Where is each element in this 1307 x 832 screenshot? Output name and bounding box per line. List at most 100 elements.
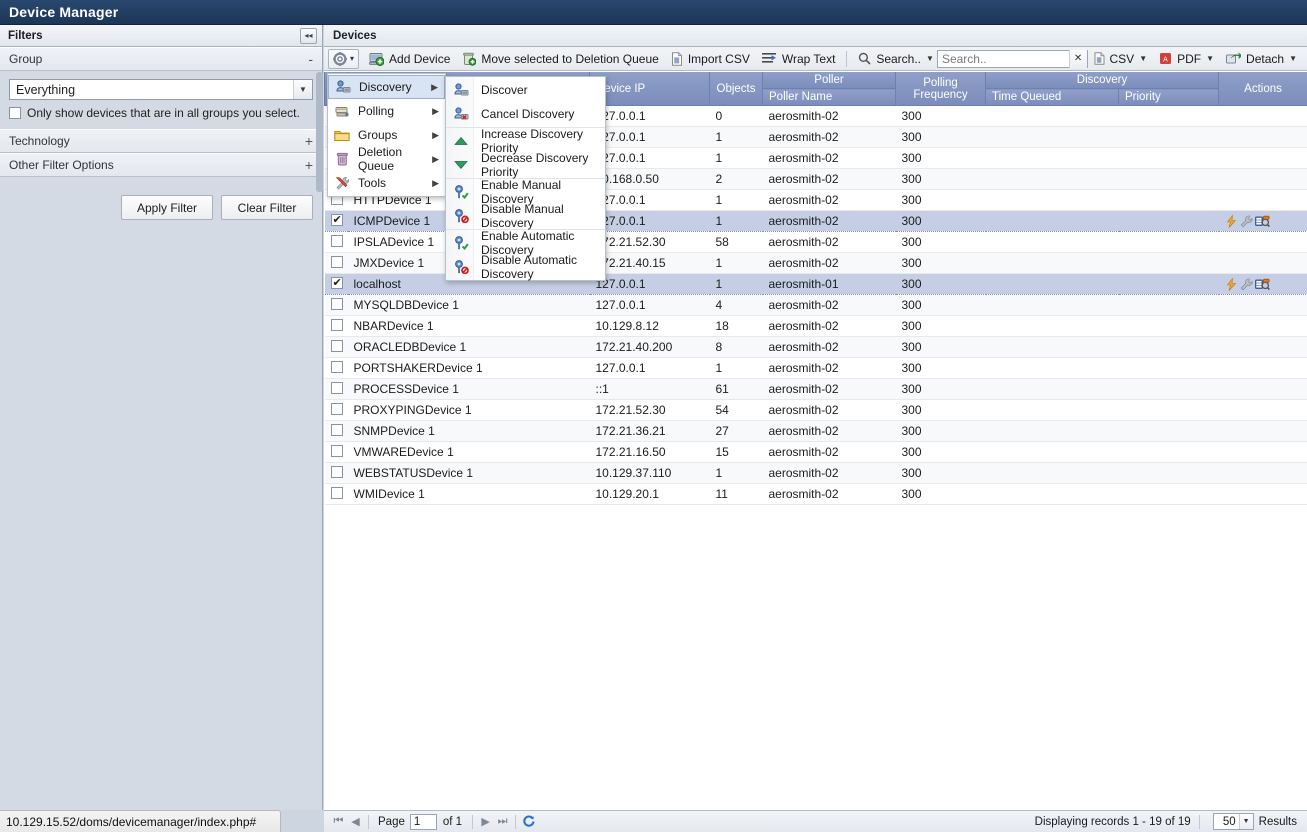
submenu-item-cancel-discovery[interactable]: Cancel Discovery [446, 102, 605, 126]
wrap-text-button[interactable]: Wrap Text [756, 48, 842, 70]
submenu-item-disable-manual-discovery[interactable]: Disable Manual Discovery [446, 202, 605, 230]
view-records-icon[interactable] [1254, 278, 1270, 291]
actions-cell[interactable] [1218, 168, 1307, 190]
header-device-ip[interactable]: Device IP [589, 72, 710, 106]
chevron-down-icon[interactable]: ▼ [1289, 54, 1297, 63]
row-checkbox-cell[interactable] [324, 252, 348, 274]
header-poller-name[interactable]: Poller Name [762, 88, 896, 106]
table-row[interactable]: PROXYPINGDevice 1 172.21.52.30 54 aerosmith… [324, 399, 1307, 421]
actions-cell[interactable] [1218, 462, 1307, 484]
last-page-icon[interactable]: ⏭ [494, 813, 511, 830]
page-size-select[interactable]: 50 ▼ [1212, 813, 1254, 830]
row-checkbox-cell[interactable] [324, 378, 348, 400]
row-checkbox[interactable] [330, 360, 343, 373]
actions-cell[interactable] [1218, 231, 1307, 253]
menu-item-deletion-queue[interactable]: Deletion Queue ▶ [328, 145, 445, 173]
row-checkbox-cell[interactable] [324, 210, 348, 232]
row-checkbox[interactable] [330, 213, 343, 226]
actions-cell[interactable] [1218, 483, 1307, 505]
chevron-down-icon[interactable]: ▾ [350, 54, 354, 63]
table-row[interactable]: VMWAREDevice 1 172.21.16.50 15 aerosmith-02… [324, 441, 1307, 463]
table-row[interactable]: PROCESSDevice 1::1 61 aerosmith-02 300 [324, 378, 1307, 400]
actions-cell[interactable] [1218, 441, 1307, 463]
first-page-icon[interactable]: ⏮ [330, 813, 347, 830]
header-time-queued[interactable]: Time Queued [985, 88, 1119, 106]
submenu-item-enable-automatic-discovery[interactable]: Enable Automatic Discovery [446, 229, 605, 257]
submenu-item-decrease-discovery-priority[interactable]: Decrease Discovery Priority [446, 151, 605, 179]
row-checkbox[interactable] [330, 276, 343, 289]
row-checkbox[interactable] [330, 423, 343, 436]
header-objects[interactable]: Objects [709, 72, 763, 106]
row-checkbox-cell[interactable] [324, 231, 348, 253]
pdf-export-button[interactable]: A PDF ▼ [1153, 48, 1220, 70]
menu-item-discovery[interactable]: Discovery ▶ [328, 75, 445, 99]
row-checkbox[interactable] [330, 444, 343, 457]
chevron-down-icon[interactable]: ▼ [1139, 54, 1147, 63]
quick-action-icon[interactable] [1225, 214, 1238, 228]
page-number-input[interactable]: 1 [409, 813, 437, 830]
table-row[interactable]: NBARDevice 1 10.129.8.12 18 aerosmith-02 300 [324, 315, 1307, 337]
row-checkbox[interactable] [330, 234, 343, 247]
import-csv-button[interactable]: Import CSV [665, 48, 756, 70]
view-records-icon[interactable] [1254, 215, 1270, 228]
search-input[interactable]: Search.. ✕ [936, 49, 1088, 68]
actions-cell[interactable] [1218, 357, 1307, 379]
chevron-down-icon[interactable]: ▼ [926, 54, 934, 63]
row-checkbox[interactable] [330, 339, 343, 352]
clear-search-icon[interactable]: ✕ [1068, 49, 1087, 68]
submenu-item-increase-discovery-priority[interactable]: Increase Discovery Priority [446, 127, 605, 155]
add-device-button[interactable]: Add Device [363, 48, 456, 70]
chevron-down-icon[interactable]: ▼ [1238, 814, 1253, 829]
next-page-icon[interactable]: ▶ [477, 813, 494, 830]
actions-cell[interactable] [1218, 315, 1307, 337]
table-row[interactable]: SNMPDevice 1 172.21.36.21 27 aerosmith-02 30… [324, 420, 1307, 442]
filter-section-other-options[interactable]: Other Filter Options + [0, 153, 322, 177]
chevron-down-icon[interactable]: ▼ [293, 80, 312, 99]
detach-button[interactable]: Detach ▼ [1220, 48, 1303, 70]
actions-cell[interactable] [1218, 378, 1307, 400]
menu-item-tools[interactable]: Tools ▶ [328, 171, 445, 195]
row-checkbox-cell[interactable] [324, 273, 348, 295]
row-checkbox-cell[interactable] [324, 420, 348, 442]
actions-cell[interactable] [1218, 210, 1307, 232]
search-mode-dropdown[interactable]: Search.. ▼ [852, 48, 937, 70]
refresh-icon[interactable] [520, 813, 537, 830]
submenu-item-disable-automatic-discovery[interactable]: Disable Automatic Discovery [446, 253, 605, 281]
table-row[interactable]: WEBSTATUSDevice 1 10.129.37.110 1 aerosmith… [324, 462, 1307, 484]
row-checkbox-cell[interactable] [324, 315, 348, 337]
configure-icon[interactable] [1240, 215, 1253, 228]
row-checkbox-cell[interactable] [324, 336, 348, 358]
group-select[interactable]: Everything ▼ [9, 79, 313, 100]
actions-cell[interactable] [1218, 147, 1307, 169]
row-checkbox-cell[interactable] [324, 441, 348, 463]
menu-item-groups[interactable]: Groups ▶ [328, 123, 445, 147]
minus-icon[interactable]: - [308, 52, 313, 66]
prev-page-icon[interactable]: ◀ [347, 813, 364, 830]
filters-scrollbar[interactable] [316, 72, 323, 192]
plus-icon[interactable]: + [305, 158, 313, 172]
row-checkbox[interactable] [330, 465, 343, 478]
all-groups-checkbox-row[interactable]: Only show devices that are in all groups… [9, 106, 313, 120]
quick-action-icon[interactable] [1225, 277, 1238, 291]
move-to-deletion-queue-button[interactable]: Move selected to Deletion Queue [456, 48, 664, 70]
row-checkbox[interactable] [330, 318, 343, 331]
table-row[interactable]: MYSQLDBDevice 1 127.0.0.1 4 aerosmith-02 300 [324, 294, 1307, 316]
row-checkbox-cell[interactable] [324, 294, 348, 316]
row-checkbox[interactable] [330, 486, 343, 499]
row-checkbox-cell[interactable] [324, 483, 348, 505]
actions-cell[interactable] [1218, 126, 1307, 148]
row-checkbox[interactable] [330, 255, 343, 268]
filter-section-group[interactable]: Group - [0, 47, 322, 71]
actions-cell[interactable] [1218, 273, 1307, 295]
row-checkbox-cell[interactable] [324, 357, 348, 379]
collapse-left-icon[interactable]: ◂◂ [300, 27, 317, 44]
gear-menu-button[interactable]: ▾ [328, 48, 360, 69]
submenu-item-discover[interactable]: Discover [446, 78, 605, 102]
filter-section-technology[interactable]: Technology + [0, 129, 322, 153]
actions-cell[interactable] [1218, 294, 1307, 316]
actions-cell[interactable] [1218, 189, 1307, 211]
configure-icon[interactable] [1240, 278, 1253, 291]
actions-cell[interactable] [1218, 399, 1307, 421]
table-row[interactable]: PORTSHAKERDevice 1 127.0.0.1 1 aerosmith-02… [324, 357, 1307, 379]
row-checkbox-cell[interactable] [324, 399, 348, 421]
